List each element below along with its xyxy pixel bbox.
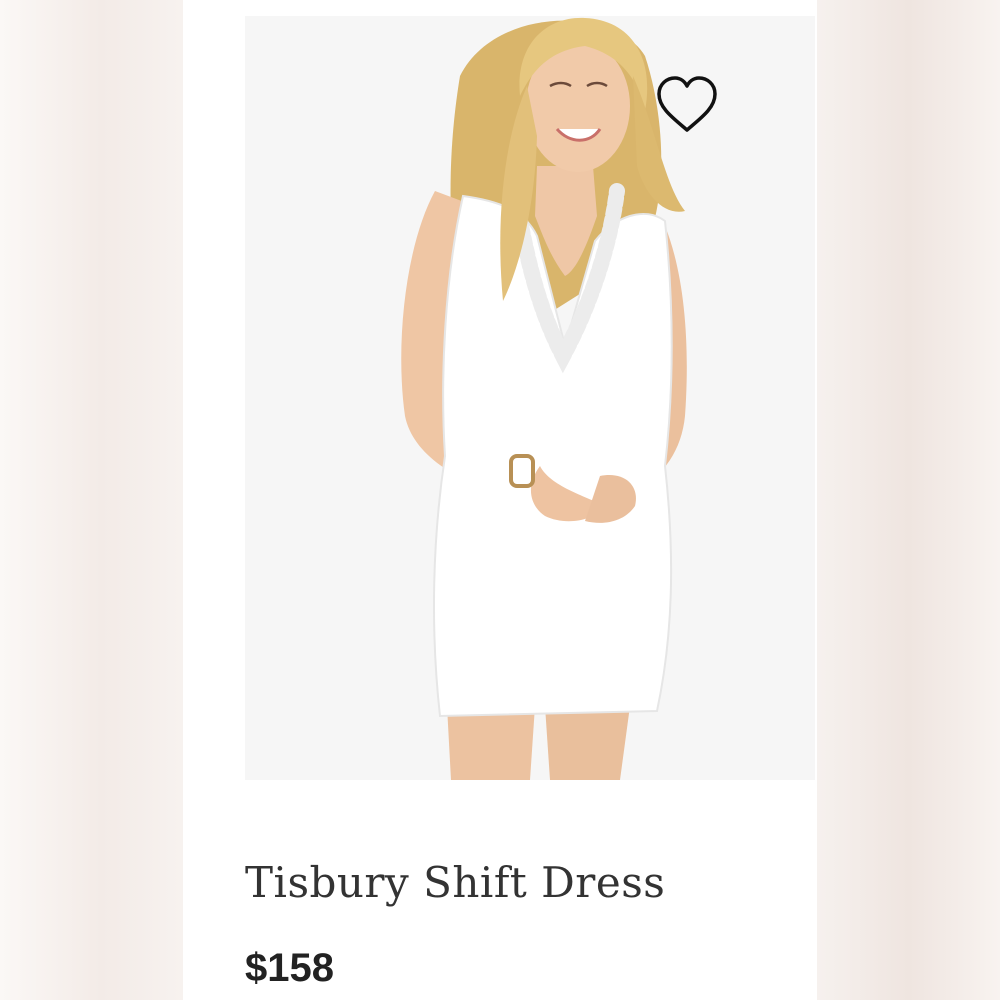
favorite-button[interactable]	[653, 74, 721, 136]
blurred-backdrop-right	[817, 0, 1000, 1000]
product-card[interactable]: Tisbury Shift Dress $158	[183, 0, 817, 1000]
product-price: $158	[245, 946, 334, 990]
product-title[interactable]: Tisbury Shift Dress	[245, 858, 665, 907]
product-image[interactable]	[245, 16, 815, 780]
heart-outline-icon	[657, 76, 717, 132]
blurred-backdrop-left	[0, 0, 183, 1000]
